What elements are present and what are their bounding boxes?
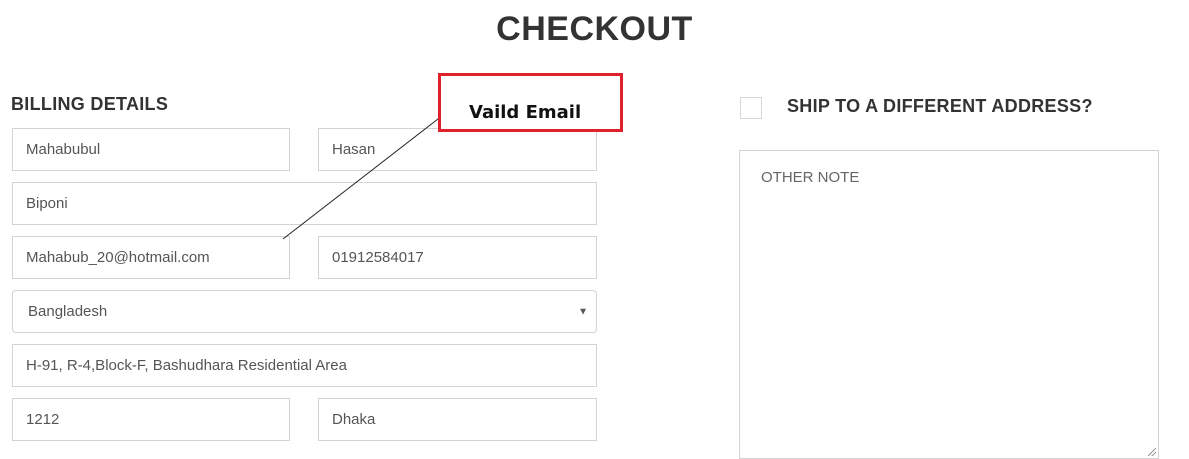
resize-grip-icon[interactable]	[1148, 448, 1156, 456]
other-note-textarea[interactable]: OTHER NOTE	[739, 150, 1159, 459]
other-note-placeholder: OTHER NOTE	[761, 169, 860, 186]
ship-different-address-label[interactable]: SHIP TO A DIFFERENT ADDRESS?	[787, 96, 1093, 117]
annotation-callout: Vaild Email	[438, 73, 623, 132]
ship-different-address-checkbox[interactable]	[740, 97, 762, 119]
annotation-label: Vaild Email	[469, 102, 582, 123]
